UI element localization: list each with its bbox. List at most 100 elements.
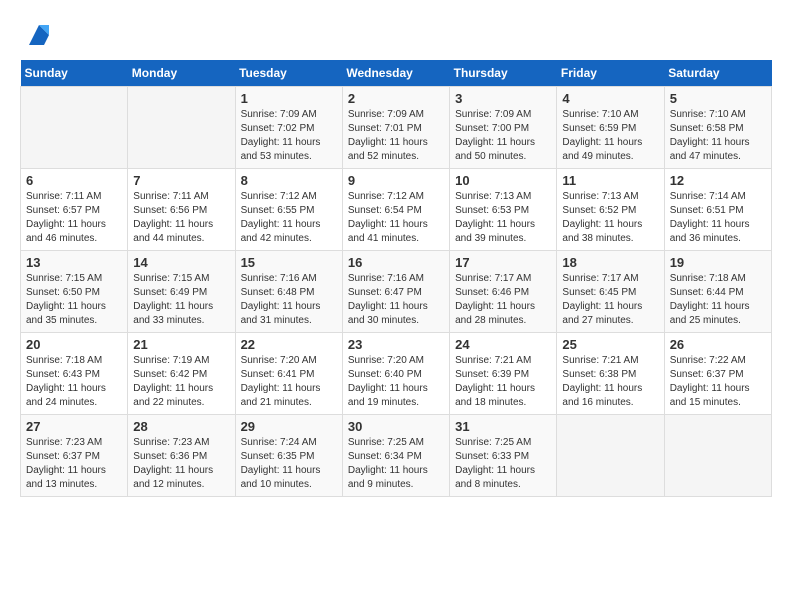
calendar-cell: 5 Sunrise: 7:10 AM Sunset: 6:58 PM Daylig… <box>664 87 771 169</box>
cell-info: Sunrise: 7:18 AM Sunset: 6:43 PM Dayligh… <box>26 354 122 410</box>
day-number: 4 <box>562 91 658 106</box>
cell-info: Sunrise: 7:15 AM Sunset: 6:49 PM Dayligh… <box>133 272 229 328</box>
calendar-cell: 13Sunrise: 7:15 AM Sunset: 6:50 PM Dayli… <box>21 251 128 333</box>
cell-info: Sunrise: 7:11 AM Sunset: 6:56 PM Dayligh… <box>133 190 229 246</box>
calendar-cell: 14 Sunrise: 7:15 AM Sunset: 6:49 PM Dayli… <box>128 251 235 333</box>
calendar-cell: 19 Sunrise: 7:18 AM Sunset: 6:44 PM Dayli… <box>664 251 771 333</box>
cell-info: Sunrise: 7:21 AM Sunset: 6:39 PM Dayligh… <box>455 354 551 410</box>
day-number: 6 <box>26 173 122 188</box>
day-number: 25 <box>562 337 658 352</box>
calendar-cell: 26 Sunrise: 7:22 AM Sunset: 6:37 PM Dayli… <box>664 333 771 415</box>
day-number: 9 <box>348 173 444 188</box>
page-header <box>20 20 772 50</box>
day-of-week-header: Wednesday <box>342 60 449 87</box>
calendar-cell: 25 Sunrise: 7:21 AM Sunset: 6:38 PM Dayli… <box>557 333 664 415</box>
day-number: 29 <box>241 419 337 434</box>
day-of-week-header: Friday <box>557 60 664 87</box>
logo-text <box>20 20 54 50</box>
day-number: 21 <box>133 337 229 352</box>
cell-info: Sunrise: 7:12 AM Sunset: 6:54 PM Dayligh… <box>348 190 444 246</box>
cell-info: Sunrise: 7:24 AM Sunset: 6:35 PM Dayligh… <box>241 436 337 492</box>
day-number: 11 <box>562 173 658 188</box>
calendar-cell: 17 Sunrise: 7:17 AM Sunset: 6:46 PM Dayli… <box>450 251 557 333</box>
calendar-cell: 15 Sunrise: 7:16 AM Sunset: 6:48 PM Dayli… <box>235 251 342 333</box>
day-number: 1 <box>241 91 337 106</box>
cell-info: Sunrise: 7:20 AM Sunset: 6:41 PM Dayligh… <box>241 354 337 410</box>
cell-info: Sunrise: 7:16 AM Sunset: 6:47 PM Dayligh… <box>348 272 444 328</box>
cell-info: Sunrise: 7:23 AM Sunset: 6:36 PM Dayligh… <box>133 436 229 492</box>
cell-info: Sunrise: 7:22 AM Sunset: 6:37 PM Dayligh… <box>670 354 766 410</box>
logo-icon <box>24 20 54 50</box>
logo <box>20 20 54 50</box>
calendar-cell: 11 Sunrise: 7:13 AM Sunset: 6:52 PM Dayli… <box>557 169 664 251</box>
cell-info: Sunrise: 7:09 AM Sunset: 7:01 PM Dayligh… <box>348 108 444 164</box>
day-number: 23 <box>348 337 444 352</box>
day-number: 17 <box>455 255 551 270</box>
cell-info: Sunrise: 7:11 AM Sunset: 6:57 PM Dayligh… <box>26 190 122 246</box>
calendar-cell: 23 Sunrise: 7:20 AM Sunset: 6:40 PM Dayli… <box>342 333 449 415</box>
calendar-cell: 16 Sunrise: 7:16 AM Sunset: 6:47 PM Dayli… <box>342 251 449 333</box>
calendar-cell: 30 Sunrise: 7:25 AM Sunset: 6:34 PM Dayli… <box>342 415 449 497</box>
calendar-cell: 1Sunrise: 7:09 AM Sunset: 7:02 PM Daylig… <box>235 87 342 169</box>
calendar-cell: 27Sunrise: 7:23 AM Sunset: 6:37 PM Dayli… <box>21 415 128 497</box>
day-number: 2 <box>348 91 444 106</box>
cell-info: Sunrise: 7:25 AM Sunset: 6:33 PM Dayligh… <box>455 436 551 492</box>
cell-info: Sunrise: 7:17 AM Sunset: 6:46 PM Dayligh… <box>455 272 551 328</box>
day-of-week-header: Monday <box>128 60 235 87</box>
calendar-week-row: 20 Sunrise: 7:18 AM Sunset: 6:43 PM Dayli… <box>21 333 772 415</box>
calendar-cell <box>557 415 664 497</box>
day-number: 27 <box>26 419 122 434</box>
calendar-cell: 8 Sunrise: 7:12 AM Sunset: 6:55 PM Daylig… <box>235 169 342 251</box>
cell-info: Sunrise: 7:20 AM Sunset: 6:40 PM Dayligh… <box>348 354 444 410</box>
calendar-cell: 29 Sunrise: 7:24 AM Sunset: 6:35 PM Dayli… <box>235 415 342 497</box>
day-number: 24 <box>455 337 551 352</box>
cell-info: Sunrise: 7:13 AM Sunset: 6:52 PM Dayligh… <box>562 190 658 246</box>
calendar-cell: 20 Sunrise: 7:18 AM Sunset: 6:43 PM Dayli… <box>21 333 128 415</box>
day-number: 28 <box>133 419 229 434</box>
cell-info: Sunrise: 7:17 AM Sunset: 6:45 PM Dayligh… <box>562 272 658 328</box>
day-number: 8 <box>241 173 337 188</box>
calendar-cell <box>128 87 235 169</box>
day-number: 26 <box>670 337 766 352</box>
calendar-week-row: 13Sunrise: 7:15 AM Sunset: 6:50 PM Dayli… <box>21 251 772 333</box>
day-number: 14 <box>133 255 229 270</box>
cell-info: Sunrise: 7:21 AM Sunset: 6:38 PM Dayligh… <box>562 354 658 410</box>
cell-info: Sunrise: 7:16 AM Sunset: 6:48 PM Dayligh… <box>241 272 337 328</box>
calendar-cell: 4 Sunrise: 7:10 AM Sunset: 6:59 PM Daylig… <box>557 87 664 169</box>
day-of-week-header: Tuesday <box>235 60 342 87</box>
calendar-cell: 3Sunrise: 7:09 AM Sunset: 7:00 PM Daylig… <box>450 87 557 169</box>
calendar-cell: 28 Sunrise: 7:23 AM Sunset: 6:36 PM Dayli… <box>128 415 235 497</box>
day-number: 16 <box>348 255 444 270</box>
cell-info: Sunrise: 7:25 AM Sunset: 6:34 PM Dayligh… <box>348 436 444 492</box>
calendar-cell: 24 Sunrise: 7:21 AM Sunset: 6:39 PM Dayli… <box>450 333 557 415</box>
day-number: 15 <box>241 255 337 270</box>
day-of-week-header: Saturday <box>664 60 771 87</box>
calendar-header-row: SundayMondayTuesdayWednesdayThursdayFrid… <box>21 60 772 87</box>
cell-info: Sunrise: 7:18 AM Sunset: 6:44 PM Dayligh… <box>670 272 766 328</box>
day-number: 31 <box>455 419 551 434</box>
calendar-cell: 10Sunrise: 7:13 AM Sunset: 6:53 PM Dayli… <box>450 169 557 251</box>
cell-info: Sunrise: 7:14 AM Sunset: 6:51 PM Dayligh… <box>670 190 766 246</box>
cell-info: Sunrise: 7:10 AM Sunset: 6:59 PM Dayligh… <box>562 108 658 164</box>
calendar-cell: 31 Sunrise: 7:25 AM Sunset: 6:33 PM Dayli… <box>450 415 557 497</box>
day-number: 5 <box>670 91 766 106</box>
cell-info: Sunrise: 7:19 AM Sunset: 6:42 PM Dayligh… <box>133 354 229 410</box>
calendar-cell: 21 Sunrise: 7:19 AM Sunset: 6:42 PM Dayli… <box>128 333 235 415</box>
day-of-week-header: Sunday <box>21 60 128 87</box>
day-number: 19 <box>670 255 766 270</box>
day-number: 7 <box>133 173 229 188</box>
day-number: 12 <box>670 173 766 188</box>
calendar-cell <box>664 415 771 497</box>
day-number: 20 <box>26 337 122 352</box>
calendar-week-row: 6 Sunrise: 7:11 AM Sunset: 6:57 PM Daylig… <box>21 169 772 251</box>
calendar-week-row: 27Sunrise: 7:23 AM Sunset: 6:37 PM Dayli… <box>21 415 772 497</box>
calendar-cell: 22Sunrise: 7:20 AM Sunset: 6:41 PM Dayli… <box>235 333 342 415</box>
calendar-cell: 7 Sunrise: 7:11 AM Sunset: 6:56 PM Daylig… <box>128 169 235 251</box>
calendar-cell: 18Sunrise: 7:17 AM Sunset: 6:45 PM Dayli… <box>557 251 664 333</box>
calendar-cell: 6 Sunrise: 7:11 AM Sunset: 6:57 PM Daylig… <box>21 169 128 251</box>
cell-info: Sunrise: 7:10 AM Sunset: 6:58 PM Dayligh… <box>670 108 766 164</box>
calendar-cell <box>21 87 128 169</box>
cell-info: Sunrise: 7:13 AM Sunset: 6:53 PM Dayligh… <box>455 190 551 246</box>
day-number: 30 <box>348 419 444 434</box>
cell-info: Sunrise: 7:12 AM Sunset: 6:55 PM Dayligh… <box>241 190 337 246</box>
